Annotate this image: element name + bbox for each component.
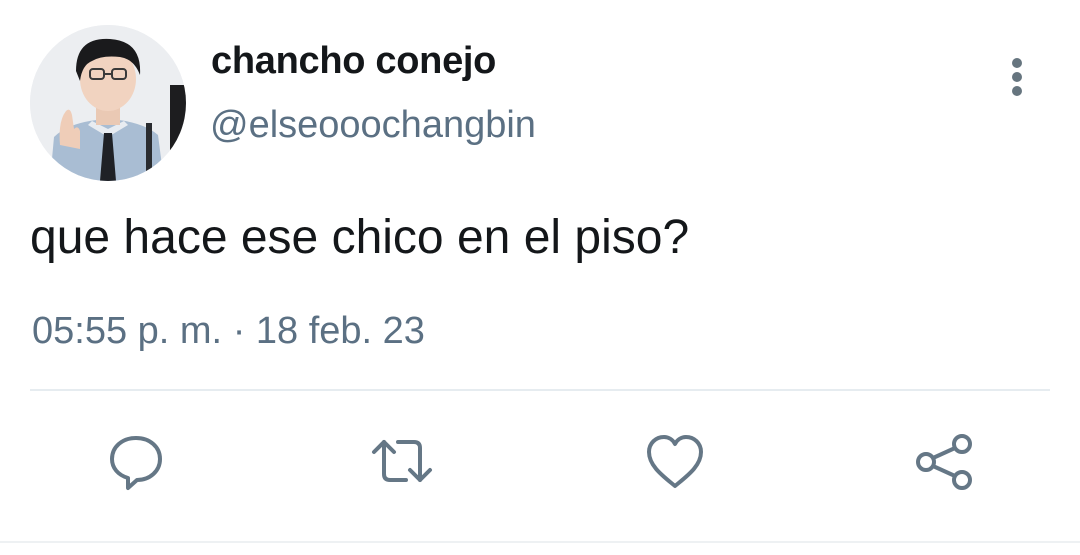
- bottom-divider: [0, 541, 1080, 543]
- tweet-date: 18 feb. 23: [255, 310, 425, 352]
- tweet-timestamp[interactable]: 05:55 p. m. · 18 feb. 23: [32, 310, 425, 353]
- more-options-button[interactable]: [1000, 52, 1036, 100]
- share-icon: [916, 434, 972, 490]
- reply-icon: [110, 436, 162, 490]
- tweet-text: que hace ese chico en el piso?: [30, 211, 690, 264]
- tweet-time: 05:55 p. m.: [32, 310, 223, 352]
- heart-icon: [647, 435, 703, 488]
- author-display-name[interactable]: chancho conejo: [211, 40, 496, 83]
- avatar[interactable]: [30, 25, 186, 181]
- author-handle[interactable]: @elseooochangbin: [210, 104, 536, 147]
- meta-separator: ·: [232, 310, 246, 352]
- share-button[interactable]: [912, 430, 976, 494]
- like-button[interactable]: [643, 430, 707, 494]
- tweet-card: chancho conejo @elseooochangbin que hace…: [0, 0, 1080, 555]
- avatar-photo: [30, 25, 186, 181]
- retweet-button[interactable]: [370, 430, 434, 494]
- divider: [30, 389, 1050, 391]
- retweet-icon: [372, 440, 432, 482]
- reply-button[interactable]: [104, 430, 168, 494]
